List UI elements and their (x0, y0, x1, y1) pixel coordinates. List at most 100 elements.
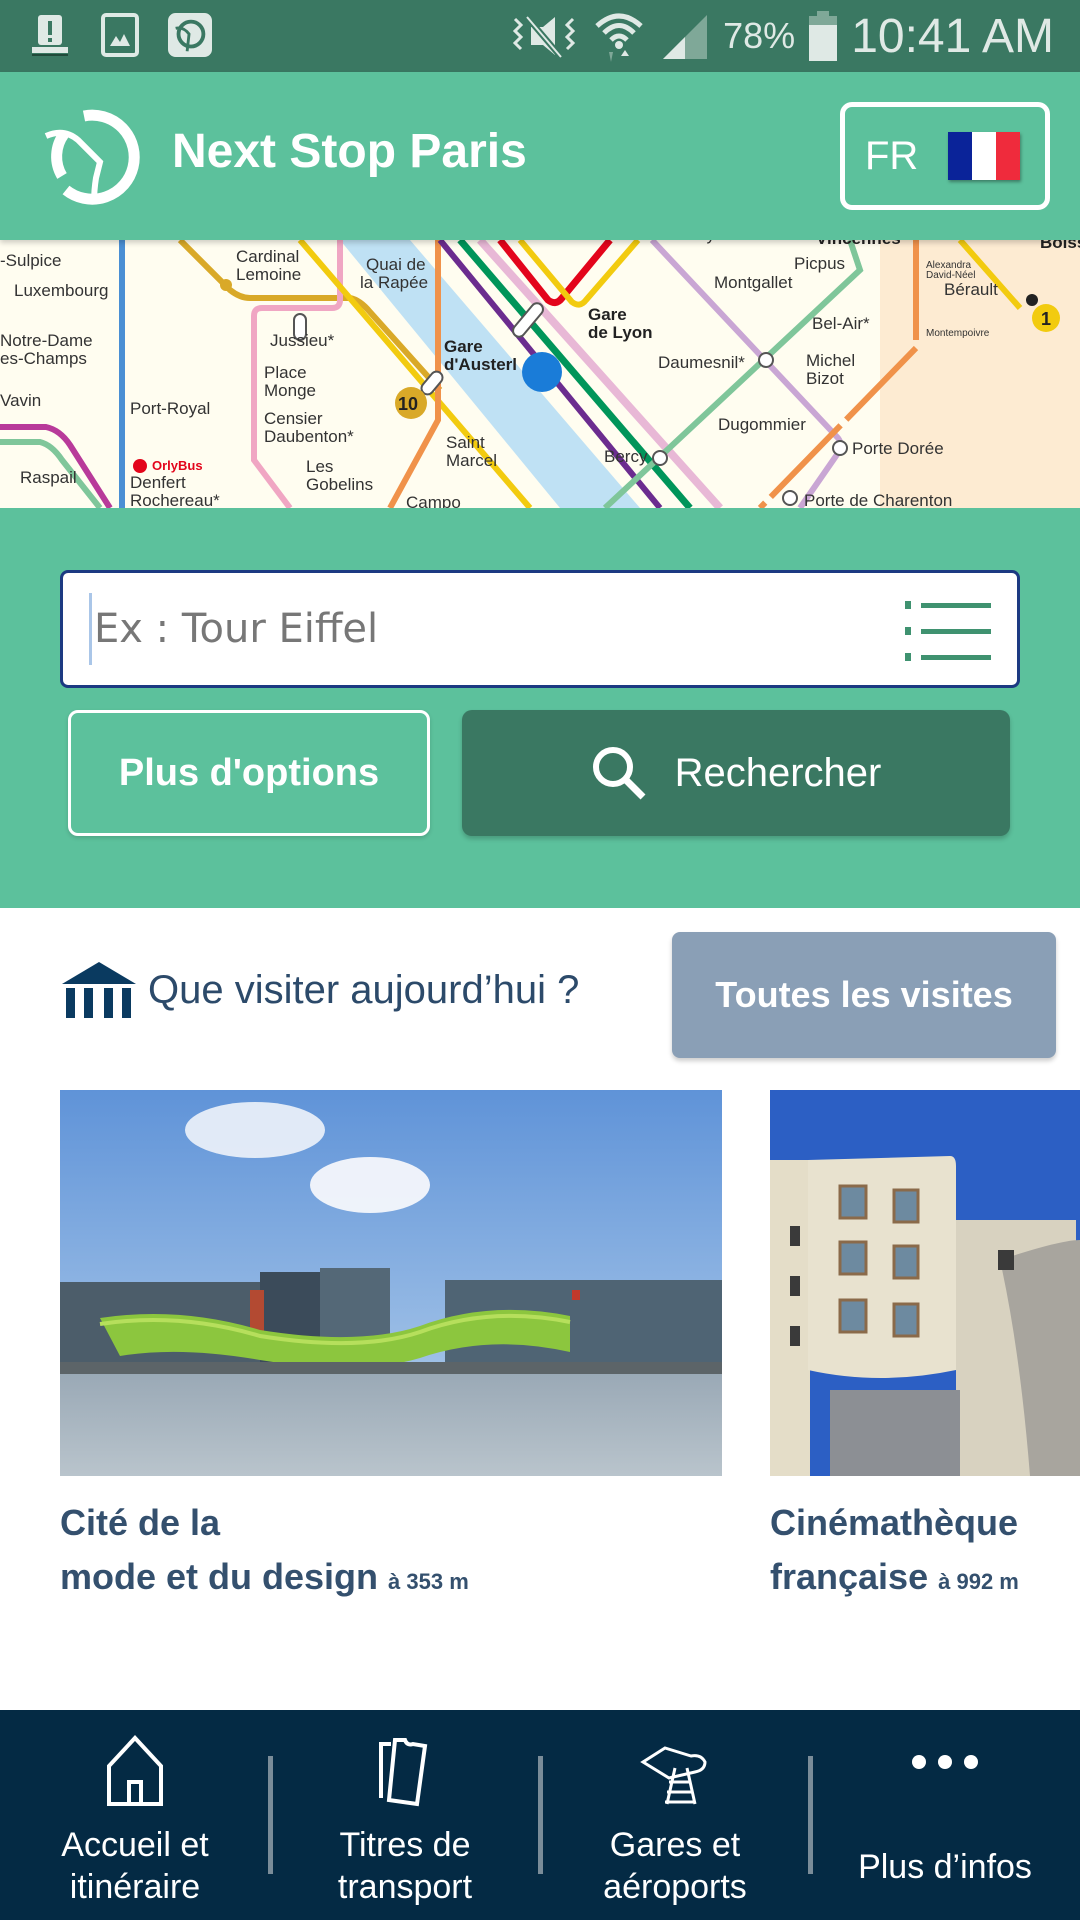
svg-text:Dugommier: Dugommier (718, 415, 806, 434)
svg-text:Gobelins: Gobelins (306, 475, 373, 494)
search-panel: Plus d'options Rechercher (0, 508, 1080, 908)
visit-card-name: Cinémathèque française à 992 m (770, 1496, 1080, 1609)
svg-text:Censier: Censier (264, 409, 323, 428)
svg-text:Bercy: Bercy (604, 447, 648, 466)
more-icon (912, 1755, 978, 1769)
battery-percent: 78% (723, 15, 796, 56)
svg-text:Bel-Air*: Bel-Air* (812, 314, 870, 333)
nav-stations-airports[interactable]: Gares et aéroports (540, 1710, 813, 1920)
search-input[interactable] (89, 593, 909, 665)
more-options-label: Plus d'options (118, 751, 380, 794)
cinematheque-image (770, 1090, 1080, 1476)
svg-text:es-Champs: es-Champs (0, 349, 87, 368)
search-icon (592, 747, 646, 800)
nav-home-label: Accueil et itinéraire (61, 1826, 209, 1906)
gallery-icon (98, 12, 142, 58)
svg-text:Vavin: Vavin (0, 391, 41, 410)
svg-text:Montempoivre: Montempoivre (926, 328, 990, 339)
visit-card-name-line1: Cité de la (60, 1502, 221, 1543)
tickets-icon (379, 1738, 428, 1807)
svg-text:Daubenton*: Daubenton* (264, 427, 354, 446)
battery-icon (809, 11, 838, 61)
visit-card[interactable]: Cité de la mode et du design à 353 m (60, 1090, 722, 1609)
svg-text:Campo: Campo (406, 493, 461, 508)
svg-text:David-Néel: David-Néel (926, 270, 975, 281)
visit-card-distance: à 353 m (388, 1569, 469, 1594)
visit-card-name: Cité de la mode et du design à 353 m (60, 1496, 722, 1609)
wifi-icon (595, 13, 643, 62)
svg-text:Cardinal: Cardinal (236, 247, 299, 266)
svg-text:Luxembourg: Luxembourg (14, 281, 109, 300)
svg-text:Porte Dorée: Porte Dorée (852, 439, 944, 458)
svg-text:Picpus: Picpus (794, 254, 845, 273)
svg-text:-Sulpice: -Sulpice (0, 251, 61, 270)
nav-tickets-label: Titres de transport (337, 1826, 473, 1906)
search-field (60, 570, 1020, 688)
svg-text:Bizot: Bizot (806, 369, 844, 388)
nav-stations-label: Gares et aéroports (603, 1826, 747, 1906)
search-button-label: Rechercher (674, 750, 882, 795)
language-code: FR (865, 133, 919, 178)
svg-text:de Lyon: de Lyon (588, 323, 653, 342)
cite-mode-design-image (60, 1090, 722, 1476)
metro-map[interactable]: 1 10 -Sulpice Luxembourg Notre-Dame es-C… (0, 240, 1080, 508)
more-options-button[interactable]: Plus d'options (68, 710, 430, 836)
ratp-app-icon (168, 12, 212, 58)
svg-text:Bérault: Bérault (944, 280, 998, 299)
visit-card-distance: à 992 m (938, 1569, 1019, 1594)
svg-text:d'Austerl: d'Austerl (444, 355, 517, 374)
all-visits-label: Toutes les visites (715, 974, 1013, 1015)
clock: 10:41 AM (851, 9, 1054, 63)
visits-title: Que visiter aujourd’hui ? (148, 967, 580, 1012)
svg-text:Place: Place (264, 363, 307, 382)
museum-icon (62, 962, 136, 1018)
nav-more-info[interactable]: Plus d’infos (810, 1710, 1080, 1920)
svg-text:OrlyBus: OrlyBus (152, 458, 203, 473)
list-icon[interactable] (905, 601, 991, 661)
visit-card-name-line2: française (770, 1556, 929, 1597)
nav-home[interactable]: Accueil et itinéraire (0, 1710, 273, 1920)
svg-text:Michel: Michel (806, 351, 855, 370)
ratp-logo-icon (44, 109, 140, 205)
svg-text:Montgallet: Montgallet (714, 273, 793, 292)
alert-icon (28, 12, 72, 58)
svg-text:Lemoine: Lemoine (236, 265, 301, 284)
visit-card[interactable]: Cinémathèque française à 992 m (770, 1090, 1080, 1609)
visit-card-name-line1: Cinémathèque (770, 1502, 1019, 1543)
svg-text:Rochereau*: Rochereau* (130, 491, 220, 508)
svg-text:Porte de Charenton: Porte de Charenton (804, 491, 952, 508)
svg-text:la Rapée: la Rapée (360, 273, 428, 292)
france-flag-icon (948, 132, 1021, 180)
svg-text:Les: Les (306, 457, 333, 476)
all-visits-button[interactable]: Toutes les visites (672, 932, 1056, 1058)
app-title: Next Stop Paris (172, 125, 527, 178)
visit-card-name-line2: mode et du design (60, 1556, 379, 1597)
svg-text:Monge: Monge (264, 381, 316, 400)
svg-text:1: 1 (1041, 309, 1051, 329)
plane-rail-icon (640, 1746, 707, 1805)
status-bar: 78% 10:41 AM (0, 0, 1080, 72)
signal-icon (663, 15, 708, 59)
vibrate-mute-icon (513, 15, 576, 59)
svg-text:Port-Royal: Port-Royal (130, 399, 210, 418)
svg-text:Gare: Gare (444, 337, 483, 356)
nav-more-label: Plus d’infos (858, 1848, 1032, 1886)
home-icon (107, 1735, 163, 1806)
bottom-navigation: Accueil et itinéraire Titres de transport … (0, 1710, 1080, 1920)
svg-text:Reuilly-Diderot: Reuilly-Diderot (664, 240, 776, 244)
svg-text:Gare: Gare (588, 305, 627, 324)
svg-text:Quai de: Quai de (366, 255, 426, 274)
search-button[interactable]: Rechercher (462, 710, 1010, 836)
svg-text:Daumesnil*: Daumesnil* (658, 353, 745, 372)
svg-text:Notre-Dame: Notre-Dame (0, 331, 93, 350)
language-selector-button[interactable]: FR (840, 102, 1050, 210)
svg-text:Marcel: Marcel (446, 451, 497, 470)
svg-text:10: 10 (398, 394, 418, 414)
nav-tickets[interactable]: Titres de transport (270, 1710, 543, 1920)
svg-text:Raspail: Raspail (20, 468, 77, 487)
svg-text:Denfert: Denfert (130, 473, 186, 492)
svg-text:Vincennes*: Vincennes* (816, 240, 908, 248)
visits-heading: Que visiter aujourd’hui ? (60, 960, 579, 1020)
svg-text:Saint: Saint (446, 433, 485, 452)
svg-text:Boiss: Boiss (1040, 240, 1080, 252)
